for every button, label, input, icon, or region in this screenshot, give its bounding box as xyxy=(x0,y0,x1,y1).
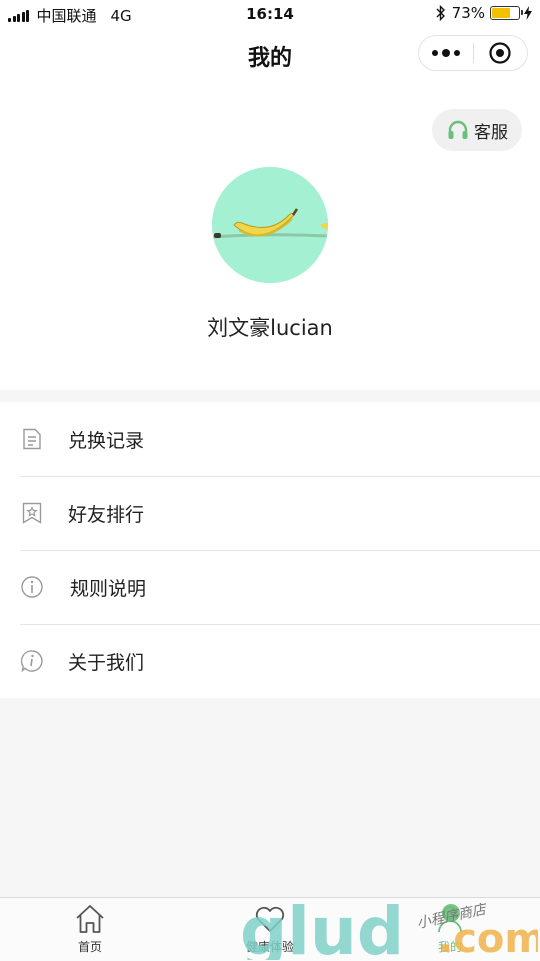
home-icon xyxy=(76,905,104,933)
customer-service-button[interactable]: 客服 xyxy=(432,109,522,151)
menu-item-exchange-records[interactable]: 兑换记录 xyxy=(0,402,540,476)
document-icon xyxy=(23,428,41,450)
customer-service-label: 客服 xyxy=(474,122,508,143)
bookmark-star-icon xyxy=(22,502,42,524)
menu-item-friend-ranking[interactable]: 好友排行 xyxy=(0,476,540,550)
close-button[interactable] xyxy=(474,41,528,65)
profile-section: 客服 刘文豪lucian xyxy=(0,80,540,390)
menu-list: 兑换记录 好友排行 规则说明 关于我们 xyxy=(0,402,540,698)
username: 刘文豪lucian xyxy=(207,316,333,340)
menu-item-label: 好友排行 xyxy=(68,503,145,526)
svg-text:glud: glud xyxy=(240,893,404,960)
headphones-icon xyxy=(448,120,468,139)
tab-label: 首页 xyxy=(77,940,102,954)
battery-percent: 73% xyxy=(451,4,485,22)
more-button[interactable] xyxy=(419,49,473,57)
menu-item-about-us[interactable]: 关于我们 xyxy=(0,624,540,698)
tab-home[interactable]: 首页 xyxy=(0,902,180,955)
menu-item-rules[interactable]: 规则说明 xyxy=(0,550,540,624)
status-bar: 中国联通 4G 16:14 73% xyxy=(0,0,540,28)
banana-avatar-image xyxy=(212,167,328,283)
battery-fill xyxy=(492,8,510,18)
mini-program-capsule xyxy=(418,35,528,71)
bluetooth-icon xyxy=(436,5,445,21)
info-chat-icon xyxy=(20,650,43,673)
avatar[interactable] xyxy=(212,167,328,283)
status-right: 73% xyxy=(436,4,532,22)
battery-icon xyxy=(490,6,523,20)
navigation-bar: 我的 xyxy=(0,28,540,80)
menu-item-label: 兑换记录 xyxy=(68,429,145,452)
target-icon xyxy=(489,42,511,64)
charging-icon xyxy=(524,6,532,20)
menu-item-label: 关于我们 xyxy=(68,651,145,674)
more-dots-icon xyxy=(430,49,462,57)
info-circle-icon xyxy=(21,576,43,598)
watermark-logo: glud .com 小程序商店 xyxy=(240,893,538,960)
menu-item-label: 规则说明 xyxy=(70,577,147,600)
